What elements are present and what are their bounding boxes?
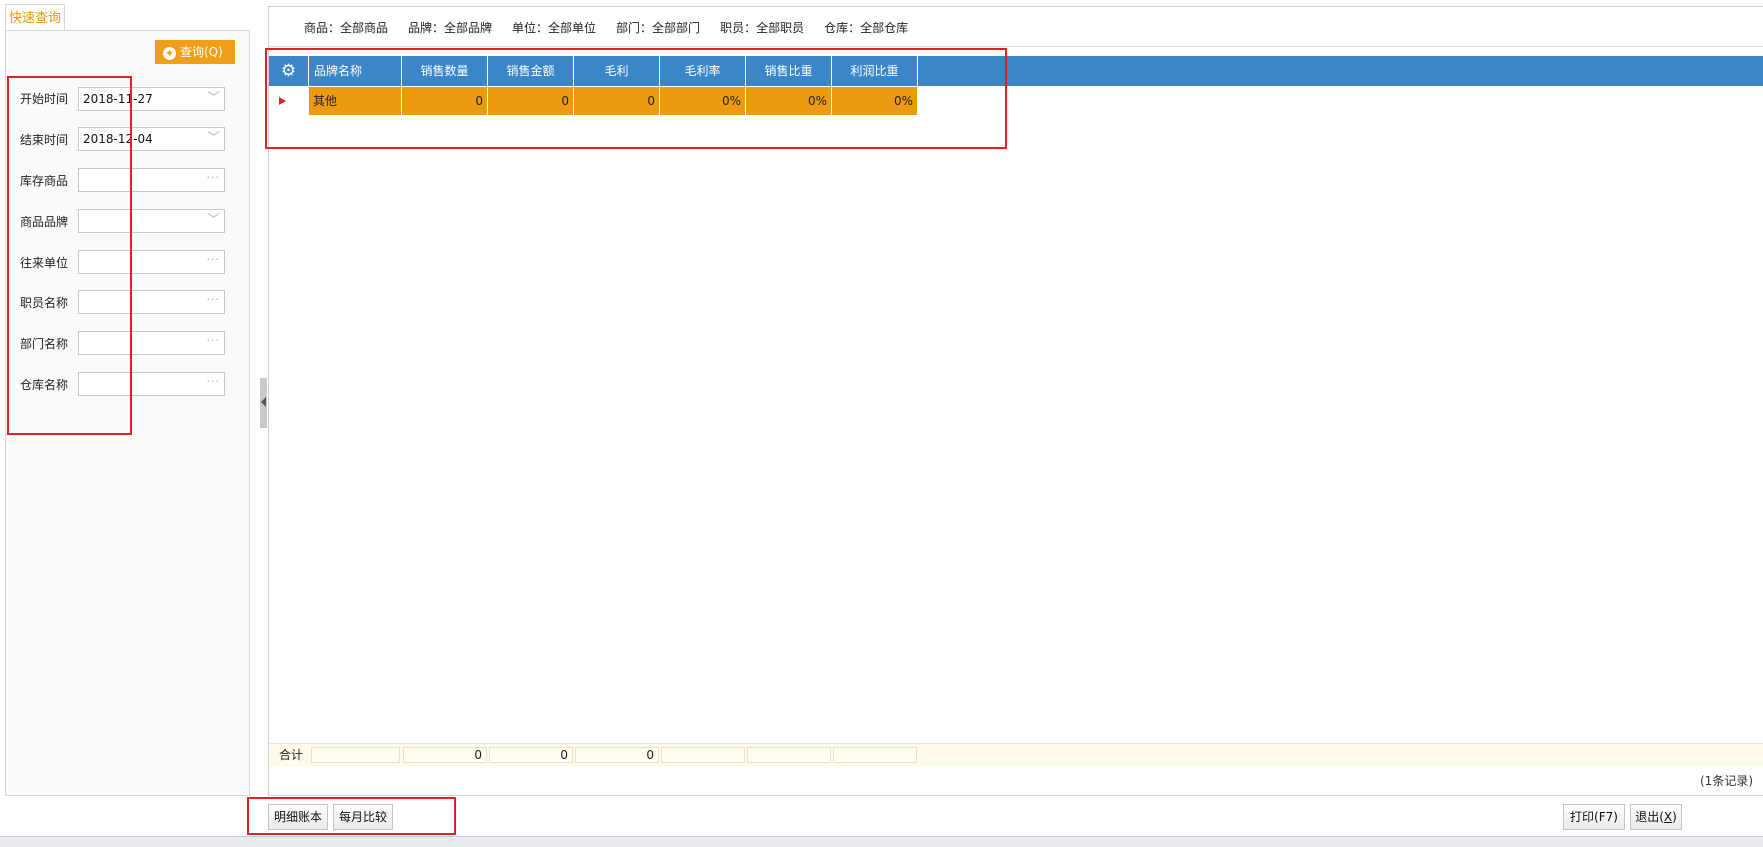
- filter-department: 部门：全部部门: [616, 21, 701, 35]
- ellipsis-icon[interactable]: ···: [207, 167, 221, 189]
- divider: [269, 46, 1763, 47]
- query-button[interactable]: ✦ 查询(Q): [155, 40, 235, 64]
- total-sales-share: [747, 747, 831, 763]
- total-sales-amount: 0: [489, 747, 573, 763]
- ellipsis-icon[interactable]: ···: [207, 330, 221, 352]
- exit-label-suffix: ): [1672, 810, 1677, 824]
- annotation-box-bottom-buttons: [247, 797, 456, 835]
- filter-unit: 单位：全部单位: [512, 21, 597, 35]
- totals-label: 合计: [279, 748, 304, 762]
- total-gross-margin: [661, 747, 745, 763]
- annotation-box-grid: [265, 48, 1007, 149]
- total-profit-share: [833, 747, 917, 763]
- chevron-down-icon[interactable]: ﹀: [207, 210, 220, 232]
- filter-product: 商品：全部商品: [304, 21, 389, 35]
- panel-collapse-handle[interactable]: [260, 378, 267, 428]
- divider: [269, 795, 1763, 796]
- ellipsis-icon[interactable]: ···: [207, 289, 221, 311]
- chevron-down-icon[interactable]: ﹀: [207, 88, 220, 110]
- filter-summary: 商品：全部商品 品牌：全部品牌 单位：全部单位 部门：全部部门 职员：全部职员 仓库：全部…: [304, 19, 928, 36]
- taskbar-strip: [0, 836, 1763, 847]
- exit-hotkey: X: [1663, 810, 1673, 824]
- chevron-down-icon[interactable]: ﹀: [207, 128, 220, 150]
- total-gross-profit: 0: [575, 747, 659, 763]
- query-icon: ✦: [163, 47, 176, 60]
- exit-label-prefix: 退出(: [1635, 810, 1664, 824]
- ellipsis-icon[interactable]: ···: [207, 249, 221, 271]
- filter-brand: 品牌：全部品牌: [408, 21, 493, 35]
- record-count: (1条记录): [1700, 774, 1753, 788]
- totals-row: 合计 0 0 0: [269, 743, 1763, 766]
- total-sales-qty: 0: [403, 747, 487, 763]
- query-button-label: 查询(Q): [180, 45, 223, 59]
- exit-button[interactable]: 退出(X): [1630, 804, 1682, 830]
- total-brand-name: [311, 747, 400, 763]
- filter-warehouse: 仓库：全部仓库: [824, 21, 909, 35]
- ellipsis-icon[interactable]: ···: [207, 371, 221, 393]
- annotation-box-query-fields: [7, 76, 132, 435]
- quick-query-tab[interactable]: 快速查询: [5, 4, 65, 31]
- filter-staff: 职员：全部职员: [720, 21, 805, 35]
- print-button[interactable]: 打印(F7): [1563, 804, 1625, 830]
